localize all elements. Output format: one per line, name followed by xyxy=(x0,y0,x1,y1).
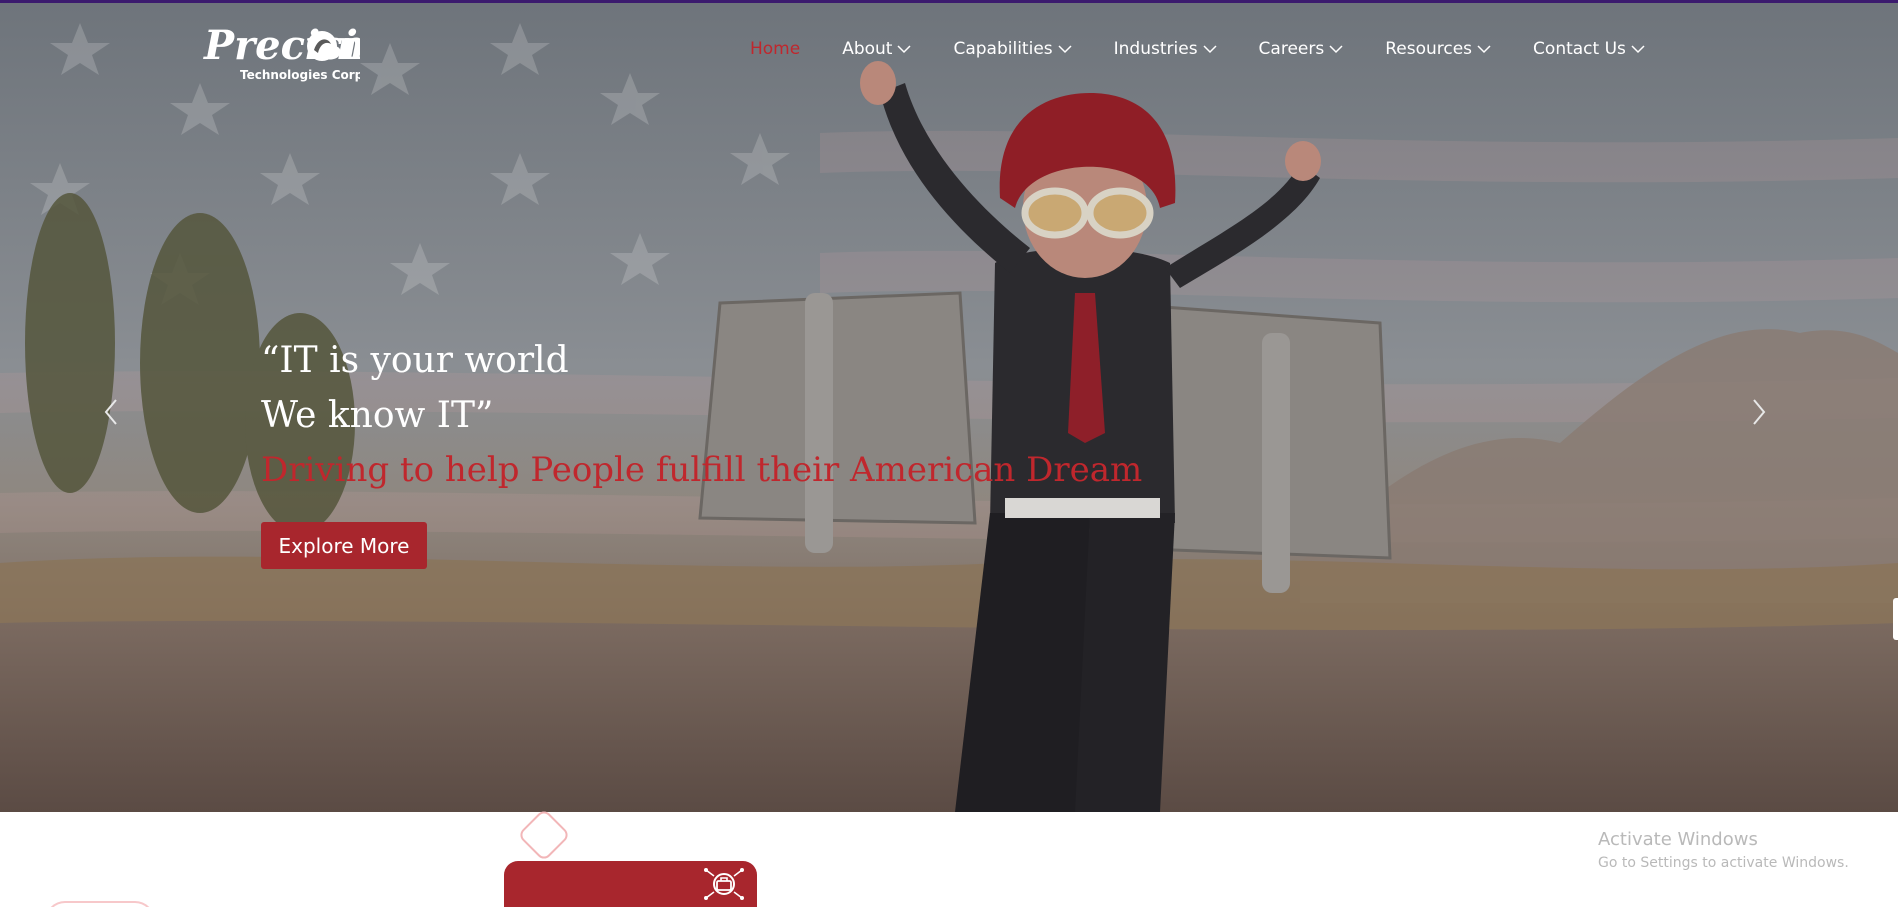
chevron-left-icon[interactable] xyxy=(100,397,122,427)
decorative-arc xyxy=(45,901,155,907)
hero-line-1: “IT is your world xyxy=(261,340,569,381)
nav-item-label: Resources xyxy=(1385,39,1473,59)
chevron-down-icon xyxy=(1477,45,1491,54)
side-tab-handle[interactable] xyxy=(1893,598,1898,640)
chevron-right-icon[interactable] xyxy=(1748,397,1770,427)
nav-item-label: Industries xyxy=(1113,39,1198,59)
hero-tagline: Driving to help People fulfill their Ame… xyxy=(261,450,1143,490)
nav-item-home[interactable]: Home xyxy=(750,39,800,59)
nav-item-label: Careers xyxy=(1258,39,1325,59)
hero-banner: Precisi n Technologies Corp. Home About … xyxy=(0,3,1898,812)
chevron-down-icon xyxy=(1631,45,1645,54)
windows-activation-watermark: Activate Windows Go to Settings to activ… xyxy=(1598,828,1849,874)
watermark-title: Activate Windows xyxy=(1598,829,1758,850)
nav-item-label: Capabilities xyxy=(953,39,1053,59)
nav-item-careers[interactable]: Careers xyxy=(1259,39,1344,59)
hero-line-2: We know IT” xyxy=(261,395,494,436)
watermark-subtitle: Go to Settings to activate Windows. xyxy=(1598,855,1849,871)
svg-text:Technologies Corp.: Technologies Corp. xyxy=(240,68,360,82)
top-accent-strip xyxy=(0,0,1898,3)
network-briefcase-icon xyxy=(704,868,744,900)
nav-item-label: Home xyxy=(750,39,801,59)
company-logo[interactable]: Precisi n Technologies Corp. xyxy=(200,17,360,87)
chevron-down-icon xyxy=(1329,45,1343,54)
hero-headline: “IT is your world We know IT” Driving to… xyxy=(261,333,1142,498)
nav-item-about[interactable]: About xyxy=(842,39,911,59)
svg-text:n: n xyxy=(336,22,360,69)
chevron-down-icon xyxy=(1203,45,1217,54)
nav-item-industries[interactable]: Industries xyxy=(1114,39,1217,59)
nav-item-label: Contact Us xyxy=(1533,39,1626,59)
nav-item-contact-us[interactable]: Contact Us xyxy=(1533,39,1645,59)
nav-item-label: About xyxy=(842,39,893,59)
chevron-down-icon xyxy=(1058,45,1072,54)
main-navigation: Home About Capabilities Industries Caree… xyxy=(750,39,1687,59)
explore-more-button[interactable]: Explore More xyxy=(261,522,427,569)
nav-item-resources[interactable]: Resources xyxy=(1385,39,1491,59)
chevron-down-icon xyxy=(897,45,911,54)
nav-item-capabilities[interactable]: Capabilities xyxy=(953,39,1072,59)
